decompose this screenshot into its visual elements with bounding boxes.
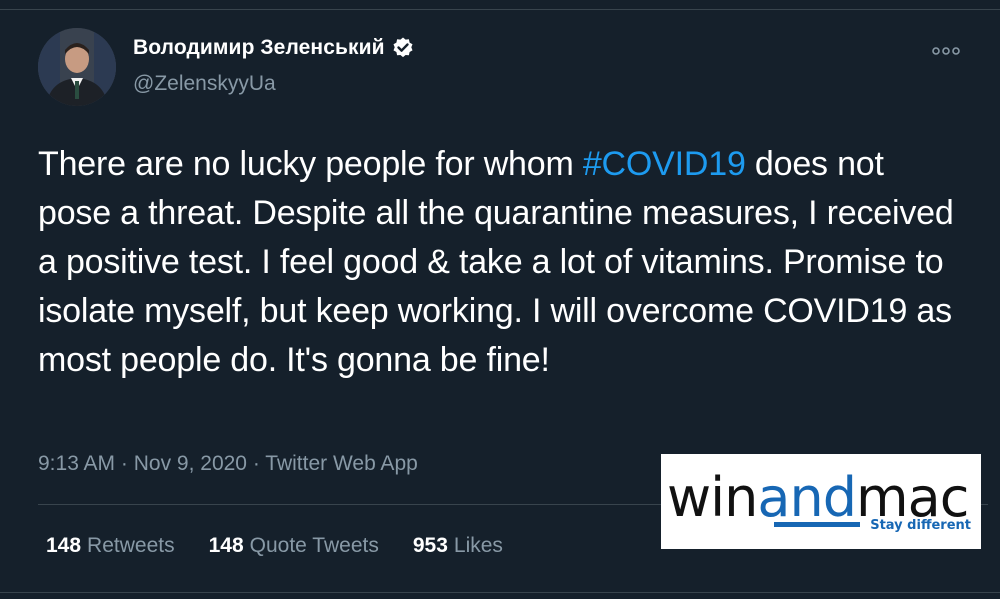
retweets-count: 148 bbox=[46, 534, 82, 557]
tweet-card: Володимир Зеленський @ZelenskyyUa There … bbox=[0, 0, 1000, 599]
watermark-underline bbox=[774, 522, 860, 527]
quote-tweets-count: 148 bbox=[208, 534, 244, 557]
tweet-stats: 148 Retweets 148 Quote Tweets 953 Likes bbox=[46, 534, 537, 558]
likes-count: 953 bbox=[412, 534, 448, 557]
winandmac-watermark-logo: winandmac Stay different bbox=[661, 454, 981, 549]
likes-stat[interactable]: 953 Likes bbox=[413, 534, 503, 558]
tweet-text: There are no lucky people for whom #COVI… bbox=[38, 140, 958, 385]
more-options-icon bbox=[932, 47, 960, 55]
retweets-stat[interactable]: 148 Retweets bbox=[46, 534, 175, 558]
author-display-name[interactable]: Володимир Зеленський bbox=[133, 36, 385, 60]
avatar[interactable] bbox=[38, 28, 116, 106]
meta-separator: · bbox=[115, 452, 134, 475]
likes-label: Likes bbox=[453, 534, 503, 557]
avatar-photo-icon bbox=[38, 28, 116, 106]
watermark-word-mid: and bbox=[757, 466, 857, 529]
top-divider bbox=[0, 0, 1000, 10]
tweet-text-part1: There are no lucky people for whom bbox=[38, 145, 583, 183]
watermark-tagline: Stay different bbox=[870, 518, 971, 533]
tweet-meta: 9:13 AM · Nov 9, 2020 · Twitter Web App bbox=[38, 452, 418, 476]
tweet-time[interactable]: 9:13 AM bbox=[38, 452, 115, 475]
more-options-button[interactable] bbox=[928, 40, 964, 62]
meta-separator: · bbox=[246, 452, 266, 475]
tweet-date[interactable]: Nov 9, 2020 bbox=[134, 452, 247, 475]
hashtag-link[interactable]: #COVID19 bbox=[583, 145, 746, 183]
retweets-label: Retweets bbox=[87, 534, 175, 557]
author-name-row: Володимир Зеленський bbox=[133, 36, 415, 60]
quote-tweets-stat[interactable]: 148 Quote Tweets bbox=[209, 534, 379, 558]
tweet-source[interactable]: Twitter Web App bbox=[265, 452, 418, 475]
author-handle[interactable]: @ZelenskyyUa bbox=[133, 72, 276, 96]
quote-tweets-label: Quote Tweets bbox=[249, 534, 379, 557]
bottom-divider bbox=[0, 592, 1000, 599]
watermark-word-start: win bbox=[667, 466, 758, 529]
verified-badge-icon bbox=[393, 37, 413, 58]
